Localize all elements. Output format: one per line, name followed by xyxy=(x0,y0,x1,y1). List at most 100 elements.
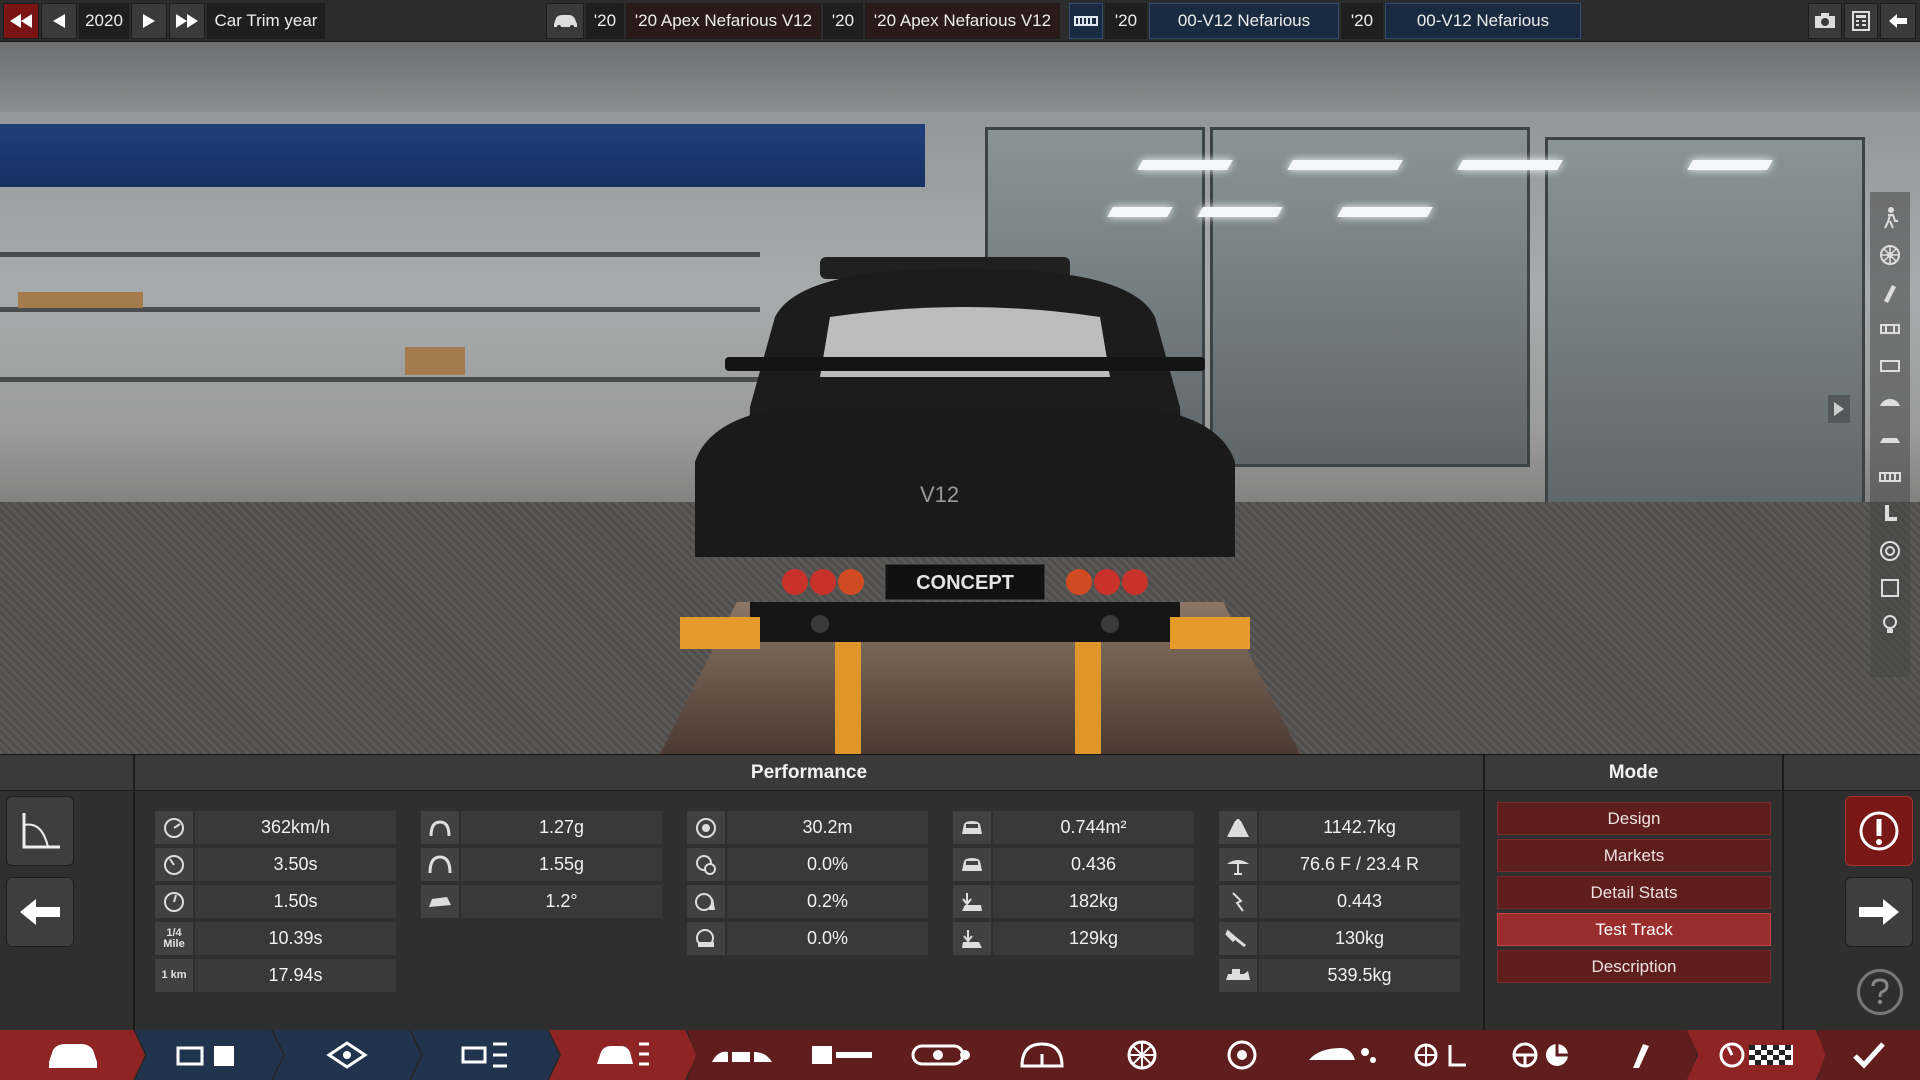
frontal-area-icon xyxy=(953,811,991,844)
lift-coefficient-value: 0.443 xyxy=(1259,885,1460,918)
ceiling-light xyxy=(1287,160,1403,170)
variant-name-selector[interactable]: 00-V12 Nefarious xyxy=(1385,3,1581,39)
year-label: Car Trim year xyxy=(207,3,325,39)
model-name-selector[interactable]: '20 Apex Nefarious V12 xyxy=(626,3,821,39)
calculator-icon xyxy=(1852,11,1870,31)
back-button-top[interactable] xyxy=(1880,3,1916,39)
weight-icon xyxy=(1219,811,1257,844)
bottom-panel: Performance Mode 362km/h 3.50s 1.50s 1/4… xyxy=(0,754,1920,1031)
left-column-header xyxy=(0,755,133,791)
ceiling-light xyxy=(1457,160,1563,170)
engine-parts-tab[interactable] xyxy=(411,1030,559,1080)
rear-badge: V12 xyxy=(920,482,959,507)
right-arrow-icon xyxy=(143,14,155,28)
suspension-tab[interactable] xyxy=(787,1030,897,1080)
drag-coefficient-value: 0.436 xyxy=(993,848,1194,881)
engine-view-button[interactable] xyxy=(1877,463,1903,490)
interior-view-button[interactable] xyxy=(1877,352,1903,379)
divider xyxy=(1782,755,1784,1031)
stat-quarter-mile: 1/4 Mile 10.39s xyxy=(155,922,396,955)
max-cornering-icon xyxy=(421,848,459,881)
driver-view-button[interactable] xyxy=(1877,204,1903,231)
trim-view-button[interactable] xyxy=(1877,426,1903,453)
calculator-button[interactable] xyxy=(1844,3,1878,39)
braking-distance-icon xyxy=(687,811,725,844)
weight-value: 1142.7kg xyxy=(1259,811,1460,844)
stat-one-km: 1 km 17.94s xyxy=(155,959,396,992)
wheel-view-button[interactable] xyxy=(1877,241,1903,268)
stat-lift: 0.443 xyxy=(1219,885,1460,918)
ceiling-light xyxy=(1337,207,1433,217)
tow-capacity-icon xyxy=(1219,922,1257,955)
double-right-arrow-icon xyxy=(176,14,198,28)
car-model-icon-button[interactable] xyxy=(546,3,584,39)
stat-frontal-area: 0.744m² xyxy=(953,811,1194,844)
screenshot-button[interactable] xyxy=(1808,3,1842,39)
forward-year-button[interactable] xyxy=(169,3,205,39)
max-cornering-value: 1.55g xyxy=(461,848,662,881)
car-trim-tab[interactable] xyxy=(549,1030,697,1080)
brakes-tab[interactable] xyxy=(987,1030,1097,1080)
engine-name-selector[interactable]: 00-V12 Nefarious xyxy=(1149,3,1339,39)
car-body-tab[interactable] xyxy=(0,1030,145,1080)
frame-view-button[interactable] xyxy=(1877,574,1903,601)
stat-drag-coefficient: 0.436 xyxy=(953,848,1194,881)
prev-year-button[interactable] xyxy=(41,3,77,39)
chassis-tab[interactable] xyxy=(687,1030,797,1080)
previous-step-button[interactable] xyxy=(6,877,74,947)
mode-design-button[interactable]: Design xyxy=(1497,802,1771,835)
stat-cornering: 1.27g xyxy=(421,811,662,844)
seat-view-button[interactable] xyxy=(1877,500,1903,527)
trim-name-selector[interactable]: '20 Apex Nefarious V12 xyxy=(865,3,1060,39)
car-rear-view[interactable]: V12 CONCEPT xyxy=(680,257,1250,652)
mode-detail-stats-button[interactable]: Detail Stats xyxy=(1497,876,1771,909)
fixtures-view-button[interactable] xyxy=(1877,315,1903,342)
fixtures-tab[interactable] xyxy=(1587,1030,1697,1080)
wheels-tab[interactable] xyxy=(1087,1030,1197,1080)
wheel-icon xyxy=(1880,244,1900,265)
engine-family-tab[interactable] xyxy=(135,1030,283,1080)
one-km-icon: 1 km xyxy=(155,959,193,992)
body-view-button[interactable] xyxy=(1877,389,1903,416)
next-step-button[interactable] xyxy=(1845,877,1913,947)
stat-brake-fade: 0.0% xyxy=(687,848,928,881)
mode-markets-button[interactable]: Markets xyxy=(1497,839,1771,872)
next-year-button[interactable] xyxy=(131,3,167,39)
warnings-button[interactable] xyxy=(1845,796,1913,866)
car-viewport[interactable]: V12 CONCEPT xyxy=(0,42,1920,754)
paint-view-button[interactable] xyxy=(1877,278,1903,305)
accel-80-120-value: 1.50s xyxy=(195,885,396,918)
mode-description-button[interactable]: Description xyxy=(1497,950,1771,983)
brake-view-button[interactable] xyxy=(1877,537,1903,564)
walking-person-icon xyxy=(1884,206,1898,228)
double-left-arrow-icon xyxy=(10,14,32,28)
suspension-tab-icon xyxy=(812,1046,872,1064)
divider xyxy=(133,755,135,1031)
aero-tab[interactable] xyxy=(1187,1030,1297,1080)
performance-header: Performance xyxy=(135,755,1483,791)
accel-0-100-icon xyxy=(155,848,193,881)
steering-tab[interactable] xyxy=(1487,1030,1597,1080)
rewind-year-button[interactable] xyxy=(3,3,39,39)
tow-capacity-value: 130kg xyxy=(1259,922,1460,955)
drivetrain-tab[interactable] xyxy=(887,1030,997,1080)
back-arrow-icon xyxy=(1889,14,1907,28)
stat-top-speed: 362km/h xyxy=(155,811,396,844)
interior-tab[interactable] xyxy=(1287,1030,1397,1080)
testing-tab-icon xyxy=(1719,1042,1793,1068)
testing-tab[interactable] xyxy=(1687,1030,1827,1080)
engine-icon xyxy=(1879,471,1901,482)
safety-tab[interactable] xyxy=(1387,1030,1497,1080)
mode-test-track-button[interactable]: Test Track xyxy=(1497,913,1771,946)
expand-panel-button[interactable] xyxy=(1828,395,1850,423)
engine-tune-tab[interactable] xyxy=(273,1030,421,1080)
wheels-tab-icon xyxy=(1127,1040,1157,1070)
engine-parts-tab-icon xyxy=(461,1042,507,1068)
camera-angle-button[interactable] xyxy=(6,796,74,866)
question-mark-icon xyxy=(1871,978,1889,1005)
help-button[interactable] xyxy=(1857,969,1903,1015)
lift-coefficient-icon xyxy=(1219,885,1257,918)
engine-icon-button[interactable] xyxy=(1069,3,1103,39)
finish-tab[interactable] xyxy=(1817,1030,1920,1080)
lights-view-button[interactable] xyxy=(1877,611,1903,638)
